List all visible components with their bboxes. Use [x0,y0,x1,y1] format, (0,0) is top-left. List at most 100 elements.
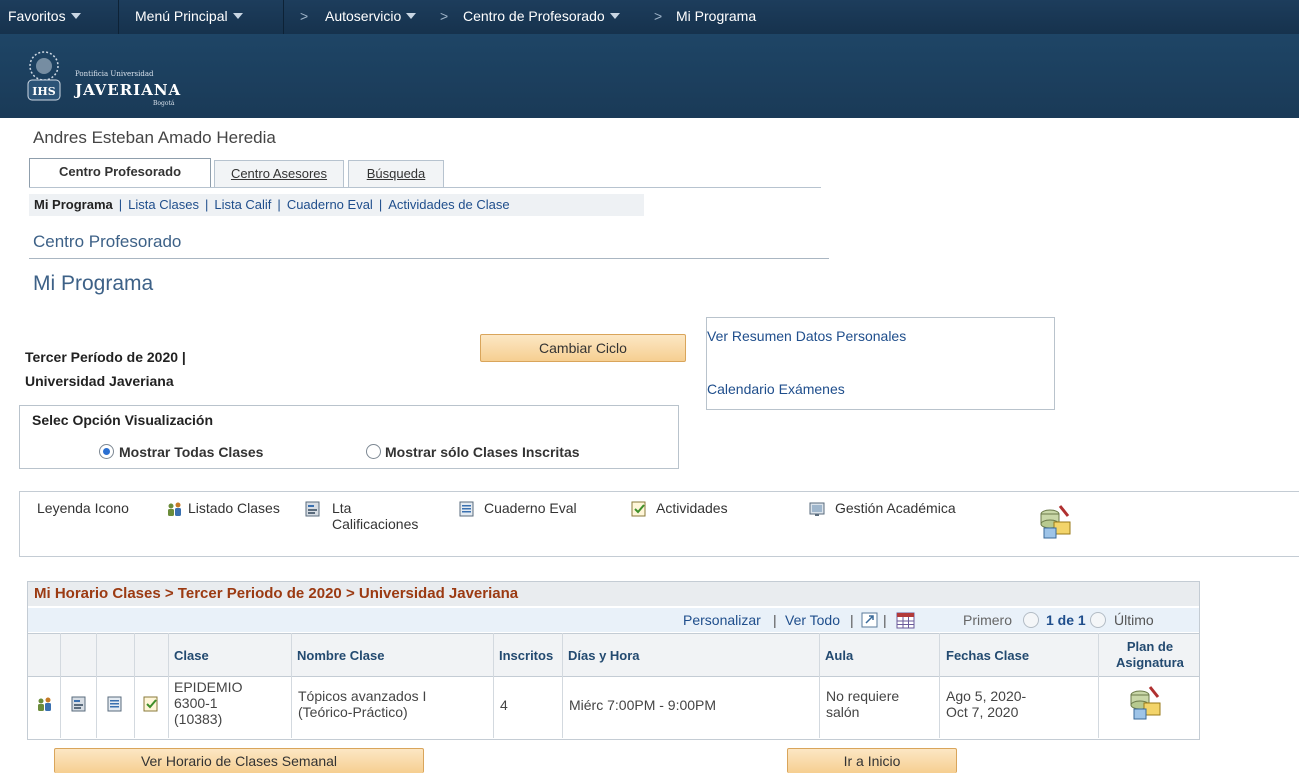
gradebook-icon[interactable] [106,695,124,713]
class-code-link[interactable]: EPIDEMIO 6300-1 (10383) [174,679,242,727]
grade-list-icon[interactable] [70,695,88,713]
exam-calendar-link[interactable]: Calendario Exámenes [707,381,845,397]
breadcrumb-centro-profesorado[interactable]: Centro de Profesorado [463,8,620,24]
page-title: Mi Programa [33,272,154,295]
subtab-bar: Mi Programa | Lista Clases | Lista Calif | Cua… [29,194,644,216]
zoom-grid-icon[interactable] [861,612,878,628]
class-name-line1: Tópicos avanzados I [298,688,427,704]
weekly-schedule-button[interactable]: Ver Horario de Clases Semanal [54,748,424,773]
classroom-line2: salón [826,704,860,720]
subtab-lista-calif[interactable]: Lista Calif [214,197,271,212]
subtab-actividades[interactable]: Actividades de Clase [388,197,509,212]
nav-divider [118,0,119,34]
chevron-down-icon [70,13,81,19]
personal-data-link[interactable]: Ver Resumen Datos Personales [707,328,906,344]
class-list-icon [168,502,181,516]
download-spreadsheet-icon[interactable] [896,612,915,629]
legend-title: Leyenda Icono [37,500,129,516]
breadcrumb-chevron-icon: > [440,8,449,24]
subtab-mi-programa[interactable]: Mi Programa [34,197,113,212]
column-divider [493,633,494,738]
grid-title: Mi Horario Clases > Tercer Periodo de 20… [28,582,1199,606]
header-dias-hora: Días y Hora [568,648,640,663]
show-enrolled-radio[interactable] [366,444,381,459]
header-plan-asignatura: Plan de Asignatura [1116,639,1184,671]
column-divider [1098,633,1099,738]
tab-label: Centro Profesorado [58,164,182,179]
grade-list-icon [305,501,320,517]
previous-page-button[interactable] [1023,612,1039,628]
show-enrolled-label[interactable]: Mostrar sólo Clases Inscritas [385,444,580,460]
column-divider [60,633,61,738]
header-plan-line1: Plan de [1126,639,1174,654]
activities-icon [631,501,646,517]
tab-centro-profesorado[interactable]: Centro Profesorado [29,158,211,187]
column-divider [562,633,563,738]
show-all-radio[interactable] [99,444,114,459]
chevron-down-icon [232,13,243,19]
course-plan-icon[interactable] [1126,683,1166,723]
grid-navigation-bar: Personalizar | Ver Todo | | Primero 1 de… [28,608,1199,632]
legend-gradebook: Cuaderno Eval [484,500,577,516]
header-aula: Aula [825,648,854,663]
class-dates: Ago 5, 2020- Oct 7, 2020 [946,688,1026,720]
favorites-menu[interactable]: Favoritos [8,8,81,24]
favorites-label: Favoritos [8,8,66,24]
top-nav-bar: Favoritos Menú Principal > Autoservicio … [0,0,1299,34]
class-dates-line2: Oct 7, 2020 [946,704,1019,720]
show-all-label[interactable]: Mostrar Todas Clases [119,444,263,460]
last-page-label: Último [1114,612,1154,628]
view-options-box: Selec Opción Visualización Mostrar Todas… [19,405,679,469]
tab-label: Centro Asesores [230,166,328,181]
header-nombre-clase: Nombre Clase [297,648,385,663]
home-button[interactable]: Ir a Inicio [787,748,957,773]
breadcrumb-autoservicio[interactable]: Autoservicio [325,8,417,24]
term-line: Tercer Período de 2020 | [25,349,186,365]
column-divider [819,633,820,738]
class-schedule: Miérc 7:00PM - 9:00PM [569,697,717,713]
subtab-separator: | [204,197,209,212]
icon-legend-box: Leyenda Icono Listado Clases Lta Califica… [19,491,1299,557]
course-plan-icon [1040,505,1071,539]
subtab-lista-clases[interactable]: Lista Clases [128,197,199,212]
chevron-down-icon [406,13,417,19]
class-name-line2: (Teórico-Práctico) [298,704,408,720]
subtab-cuaderno-eval[interactable]: Cuaderno Eval [287,197,373,212]
university-crest-logo[interactable]: IHS [20,48,68,104]
main-menu[interactable]: Menú Principal [135,8,243,24]
class-code-line1: EPIDEMIO [174,679,243,695]
class-code-line3: (10383) [174,711,223,727]
breadcrumb-label: Centro de Profesorado [463,8,605,24]
brand-city: Bogotá [153,100,175,107]
breadcrumb-label: Autoservicio [325,8,402,24]
subtab-separator: | [277,197,281,212]
nav-separator: | [883,612,887,628]
column-divider [134,633,135,738]
brand-subtitle: Pontificia Universidad [75,70,154,78]
section-divider [29,258,829,259]
header-fechas-clase: Fechas Clase [946,648,1030,663]
activities-icon[interactable] [142,695,160,713]
class-schedule-grid: Mi Horario Clases > Tercer Periodo de 20… [27,581,1200,740]
legend-grade-list: Lta Calificaciones [332,500,418,532]
breadcrumb-chevron-icon: > [300,8,309,24]
main-menu-label: Menú Principal [135,8,228,24]
view-all-link[interactable]: Ver Todo [785,612,840,628]
institution-line: Universidad Javeriana [25,373,174,389]
next-page-button[interactable] [1090,612,1106,628]
legend-grade-list-line1: Lta [332,500,352,516]
change-term-button[interactable]: Cambiar Ciclo [480,334,686,362]
gradebook-icon [459,501,474,517]
personalize-link[interactable]: Personalizar [683,612,761,628]
first-page-label: Primero [963,612,1013,628]
quick-links-box: Ver Resumen Datos Personales Calendario … [706,317,1055,410]
tab-centro-asesores[interactable]: Centro Asesores [214,160,344,187]
page-counter: 1 de 1 [1046,612,1086,628]
tab-busqueda[interactable]: Búsqueda [348,160,444,187]
breadcrumb-chevron-icon: > [654,8,663,24]
classroom: No requiere salón [826,688,899,720]
class-list-icon[interactable] [36,695,54,713]
nav-divider [283,0,284,34]
tab-label: Búsqueda [366,166,426,181]
brand-bar: IHS Pontificia Universidad JAVERIANA Bog… [0,34,1299,118]
